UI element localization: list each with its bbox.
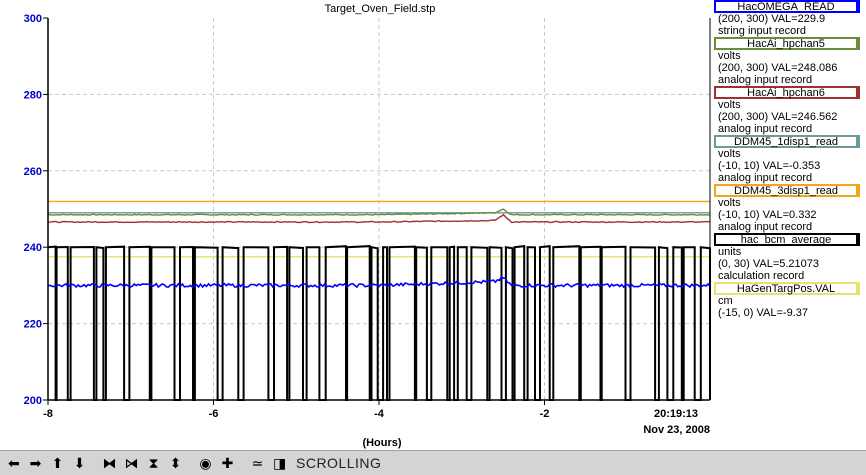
arrow-left-icon: ➡	[7, 454, 20, 471]
legend-item-detail: volts	[718, 148, 741, 160]
arrow-down-icon: ⬇	[73, 454, 86, 471]
legend-item-detail: volts	[718, 197, 741, 209]
plus-icon: ✚	[221, 454, 234, 471]
zoom-out-x-button[interactable]: ⧒	[122, 454, 141, 473]
legend-item-detail: volts	[718, 50, 741, 62]
legend-item-detail: string input record	[718, 25, 807, 37]
legend-item-name[interactable]: HacOMEGA_READ	[714, 0, 860, 13]
zoom-out-y-icon: ⬍	[169, 454, 182, 471]
y-tick-label: 280	[24, 89, 42, 101]
y-tick-label: 200	[24, 395, 42, 407]
add-button[interactable]: ✚	[218, 454, 237, 473]
scroll-up-button[interactable]: ⬆	[48, 454, 67, 473]
end-time-label: 20:19:13	[654, 408, 698, 420]
x-tick-label: -4	[374, 408, 385, 420]
y-tick-label: 260	[24, 166, 42, 178]
autoscale-icon: ≃	[251, 454, 264, 471]
x-ticks: -8 -6 -4 -2	[43, 400, 549, 420]
legend-item[interactable]: HacAi_hpchan6 volts (200, 300) VAL=246.562…	[712, 86, 866, 135]
legend-item[interactable]: DDM45_3disp1_read volts (-10, 10) VAL=0.33…	[712, 184, 866, 233]
mode-status: SCROLLING	[296, 455, 382, 471]
zoom-in-x-icon: ⧓	[102, 454, 117, 471]
legend-item-detail: (200, 300) VAL=246.562	[718, 111, 838, 123]
legend-item-name[interactable]: DDM45_1disp1_read	[714, 135, 860, 148]
scroll-mode-icon: ◧	[272, 454, 287, 471]
legend-item[interactable]: hac_bcm_average units (0, 30) VAL=5.21073 c…	[712, 233, 866, 282]
zoom-in-x-button[interactable]: ⧓	[100, 454, 119, 473]
chart: 200 220 240 260 280 300 -8 -6 -4 -2 Target_Oven_…	[24, 3, 711, 449]
legend-item-name[interactable]: HacAi_hpchan6	[714, 86, 860, 99]
legend-item-detail: (-15, 0) VAL=-9.37	[718, 307, 808, 319]
y-ticks: 200 220 240 260 280 300	[24, 13, 48, 407]
legend-item-name[interactable]: HacAi_hpchan5	[714, 37, 860, 50]
scroll-left-button[interactable]: ➡	[4, 454, 23, 473]
arrow-right-icon: ➡	[29, 454, 42, 471]
scroll-mode-button[interactable]: ◧	[270, 454, 289, 473]
legend-item-name[interactable]: HaGenTargPos.VAL	[714, 282, 860, 295]
legend: HacOMEGA_READ (200, 300) VAL=229.9 string …	[712, 0, 866, 319]
x-axis-label: (Hours)	[362, 437, 401, 449]
x-tick-label: -6	[209, 408, 219, 420]
toolbar-buttons: ➡ ➡ ⬆ ⬇ ⧓ ⧒ ⧗ ⬍ ◉ ✚ ≃ ◧	[4, 454, 292, 473]
y-tick-label: 300	[24, 13, 42, 25]
legend-item[interactable]: HacOMEGA_READ (200, 300) VAL=229.9 string …	[712, 0, 866, 37]
legend-item[interactable]: HacAi_hpchan5 volts (200, 300) VAL=248.086…	[712, 37, 866, 86]
legend-item-detail: (0, 30) VAL=5.21073	[718, 258, 820, 270]
legend-item-detail: (200, 300) VAL=248.086	[718, 62, 838, 74]
arrow-up-icon: ⬆	[51, 454, 64, 471]
auto-scale-button[interactable]: ≃	[248, 454, 267, 473]
legend-item-detail: analog input record	[718, 74, 813, 86]
legend-item-detail: units	[718, 246, 742, 258]
scroll-right-button[interactable]: ➡	[26, 454, 45, 473]
legend-item-detail: volts	[718, 99, 741, 111]
zoom-in-y-button[interactable]: ⧗	[144, 454, 163, 473]
reset-button[interactable]: ◉	[196, 454, 215, 473]
x-tick-label: -2	[540, 408, 550, 420]
zoom-in-y-icon: ⧗	[148, 454, 159, 471]
chart-title: Target_Oven_Field.stp	[325, 3, 436, 15]
legend-item-detail: (200, 300) VAL=229.9	[718, 13, 826, 25]
legend-item-detail: cm	[718, 295, 733, 307]
zoom-out-x-icon: ⧒	[124, 454, 139, 471]
legend-item-detail: analog input record	[718, 221, 813, 233]
y-tick-label: 220	[24, 319, 42, 331]
legend-item[interactable]: HaGenTargPos.VAL cm (-15, 0) VAL=-9.37	[712, 282, 866, 319]
x-tick-label: -8	[43, 408, 53, 420]
legend-item[interactable]: DDM45_1disp1_read volts (-10, 10) VAL=-0.3…	[712, 135, 866, 184]
legend-item-detail: analog input record	[718, 123, 813, 135]
toolbar: ➡ ➡ ⬆ ⬇ ⧓ ⧒ ⧗ ⬍ ◉ ✚ ≃ ◧ SCROLLING	[0, 450, 866, 475]
scroll-down-button[interactable]: ⬇	[70, 454, 89, 473]
legend-item-detail: (-10, 10) VAL=0.332	[718, 209, 817, 221]
legend-item-detail: (-10, 10) VAL=-0.353	[718, 160, 821, 172]
y-tick-label: 240	[24, 242, 42, 254]
zoom-out-y-button[interactable]: ⬍	[166, 454, 185, 473]
target-icon: ◉	[199, 454, 212, 471]
legend-item-detail: calculation record	[718, 270, 805, 282]
legend-item-detail: analog input record	[718, 172, 813, 184]
end-date-label: Nov 23, 2008	[643, 424, 710, 436]
legend-item-name[interactable]: DDM45_3disp1_read	[714, 184, 860, 197]
legend-item-name[interactable]: hac_bcm_average	[714, 233, 860, 246]
